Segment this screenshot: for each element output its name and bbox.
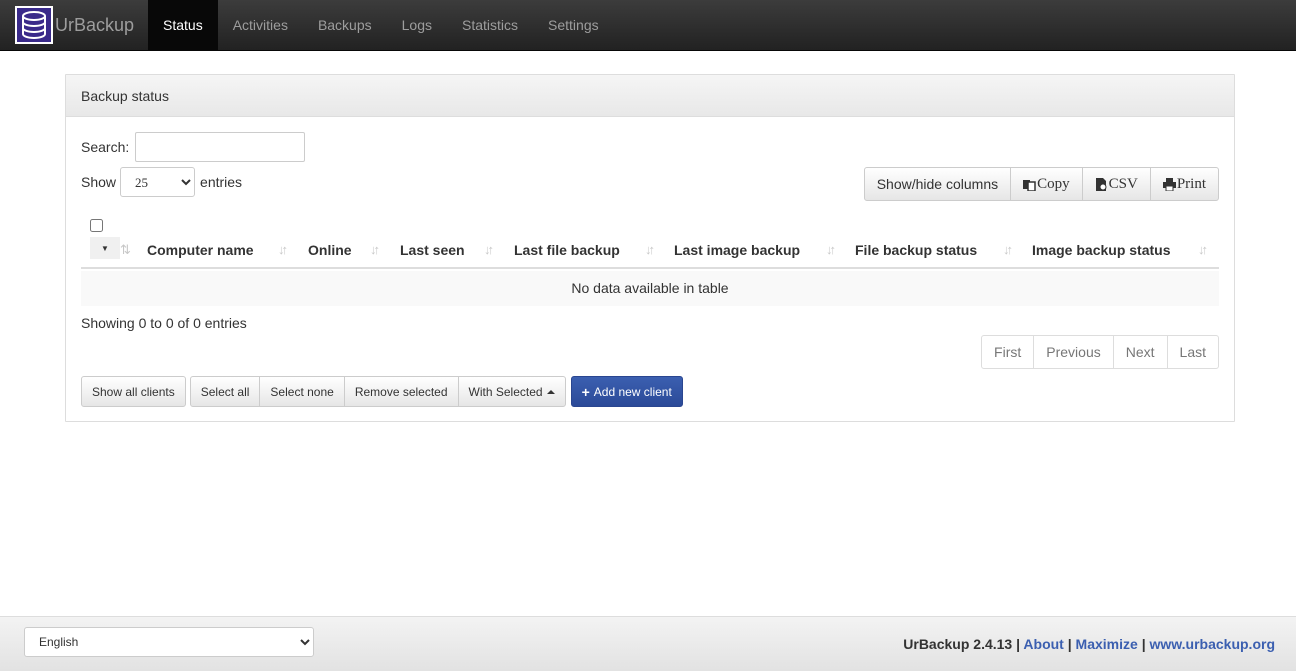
sort-arrows-icon[interactable]: ↓↑ bbox=[826, 235, 836, 269]
with-selected-label: With Selected bbox=[468, 384, 543, 399]
column-last-file-backup[interactable]: Last file backup bbox=[514, 235, 620, 269]
separator: | bbox=[1141, 636, 1146, 652]
language-select[interactable]: English bbox=[24, 627, 314, 657]
caret-down-icon: ▼ bbox=[101, 243, 109, 253]
select-none-button[interactable]: Select none bbox=[259, 376, 345, 407]
expand-column-toggle[interactable]: ▼ bbox=[90, 237, 120, 259]
plus-icon: + bbox=[581, 383, 590, 400]
csv-label: CSV bbox=[1108, 175, 1138, 192]
footer: English UrBackup 2.4.13 | About | Maximi… bbox=[0, 616, 1296, 671]
sort-arrows-icon[interactable]: ↓↑ bbox=[370, 235, 380, 269]
select-all-checkbox[interactable] bbox=[90, 219, 103, 232]
show-all-clients-button[interactable]: Show all clients bbox=[81, 376, 186, 407]
backup-status-panel: Backup status Search: Show 25 entries Sh… bbox=[65, 74, 1235, 422]
search-row: Search: bbox=[81, 132, 306, 162]
copy-button[interactable]: Copy bbox=[1010, 167, 1083, 201]
search-label: Search: bbox=[81, 139, 130, 155]
nav-activities[interactable]: Activities bbox=[218, 0, 303, 50]
sort-arrows-icon[interactable]: ↓↑ bbox=[1198, 235, 1208, 269]
print-label: Print bbox=[1176, 175, 1206, 192]
sort-arrows-icon[interactable]: ⇅ bbox=[120, 235, 131, 269]
table-info: Showing 0 to 0 of 0 entries bbox=[81, 315, 247, 331]
remove-selected-button[interactable]: Remove selected bbox=[343, 376, 459, 407]
show-label: Show bbox=[81, 174, 117, 190]
separator: | bbox=[1016, 636, 1021, 652]
csv-button[interactable]: CSV bbox=[1081, 167, 1151, 201]
database-icon bbox=[15, 6, 53, 44]
nav-logs[interactable]: Logs bbox=[387, 0, 447, 50]
entries-label: entries bbox=[200, 174, 243, 190]
page-first-button[interactable]: First bbox=[981, 335, 1035, 369]
page-previous-button[interactable]: Previous bbox=[1033, 335, 1114, 369]
website-link[interactable]: www.urbackup.org bbox=[1150, 636, 1276, 652]
sort-arrows-icon[interactable]: ↓↑ bbox=[1003, 235, 1013, 269]
column-file-backup-status[interactable]: File backup status bbox=[855, 235, 977, 269]
page-last-button[interactable]: Last bbox=[1166, 335, 1219, 369]
printer-icon bbox=[1162, 177, 1176, 191]
sort-arrows-icon[interactable]: ↓↑ bbox=[484, 235, 494, 269]
sort-arrows-icon[interactable]: ↓↑ bbox=[645, 235, 655, 269]
column-image-backup-status[interactable]: Image backup status bbox=[1032, 235, 1171, 269]
maximize-link[interactable]: Maximize bbox=[1076, 636, 1138, 652]
add-new-client-button[interactable]: + Add new client bbox=[570, 376, 683, 407]
page-length-row: Show 25 entries bbox=[81, 167, 242, 197]
about-link[interactable]: About bbox=[1023, 636, 1063, 652]
brand[interactable]: UrBackup bbox=[15, 6, 134, 44]
with-selected-dropdown[interactable]: With Selected bbox=[457, 376, 566, 407]
column-online[interactable]: Online bbox=[308, 235, 352, 269]
add-new-client-label: Add new client bbox=[593, 384, 672, 399]
version-text: UrBackup 2.4.13 bbox=[903, 636, 1013, 652]
column-computer-name[interactable]: Computer name bbox=[147, 235, 254, 269]
client-actions: Show all clients Select all Select none … bbox=[81, 376, 683, 407]
copy-icon bbox=[1023, 179, 1036, 191]
export-toolbar: Show/hide columns Copy CSV Print bbox=[863, 167, 1219, 201]
panel-title: Backup status bbox=[66, 75, 1234, 117]
empty-table-message: No data available in table bbox=[81, 271, 1219, 306]
column-last-image-backup[interactable]: Last image backup bbox=[674, 235, 800, 269]
nav-status[interactable]: Status bbox=[148, 0, 218, 50]
csv-file-icon bbox=[1095, 177, 1107, 191]
nav-statistics[interactable]: Statistics bbox=[447, 0, 533, 50]
show-hide-columns-button[interactable]: Show/hide columns bbox=[863, 167, 1012, 201]
search-input[interactable] bbox=[135, 132, 306, 162]
main-nav: Status Activities Backups Logs Statistic… bbox=[148, 0, 614, 50]
separator: | bbox=[1067, 636, 1072, 652]
footer-links: UrBackup 2.4.13 | About | Maximize | www… bbox=[903, 636, 1275, 652]
nav-backups[interactable]: Backups bbox=[303, 0, 387, 50]
top-navbar: UrBackup Status Activities Backups Logs … bbox=[0, 0, 1296, 51]
select-all-button[interactable]: Select all bbox=[189, 376, 261, 407]
copy-label: Copy bbox=[1037, 175, 1070, 192]
print-button[interactable]: Print bbox=[1149, 167, 1219, 201]
column-last-seen[interactable]: Last seen bbox=[400, 235, 465, 269]
page-length-select[interactable]: 25 bbox=[120, 167, 196, 197]
table-header: ▼ ⇅ Computer name ↓↑ Online ↓↑ Last seen… bbox=[81, 235, 1219, 269]
page-next-button[interactable]: Next bbox=[1112, 335, 1168, 369]
nav-settings[interactable]: Settings bbox=[533, 0, 614, 50]
caret-up-icon bbox=[546, 389, 555, 394]
sort-arrows-icon[interactable]: ↓↑ bbox=[278, 235, 288, 269]
brand-name: UrBackup bbox=[55, 14, 135, 35]
pagination: First Previous Next Last bbox=[981, 335, 1219, 369]
